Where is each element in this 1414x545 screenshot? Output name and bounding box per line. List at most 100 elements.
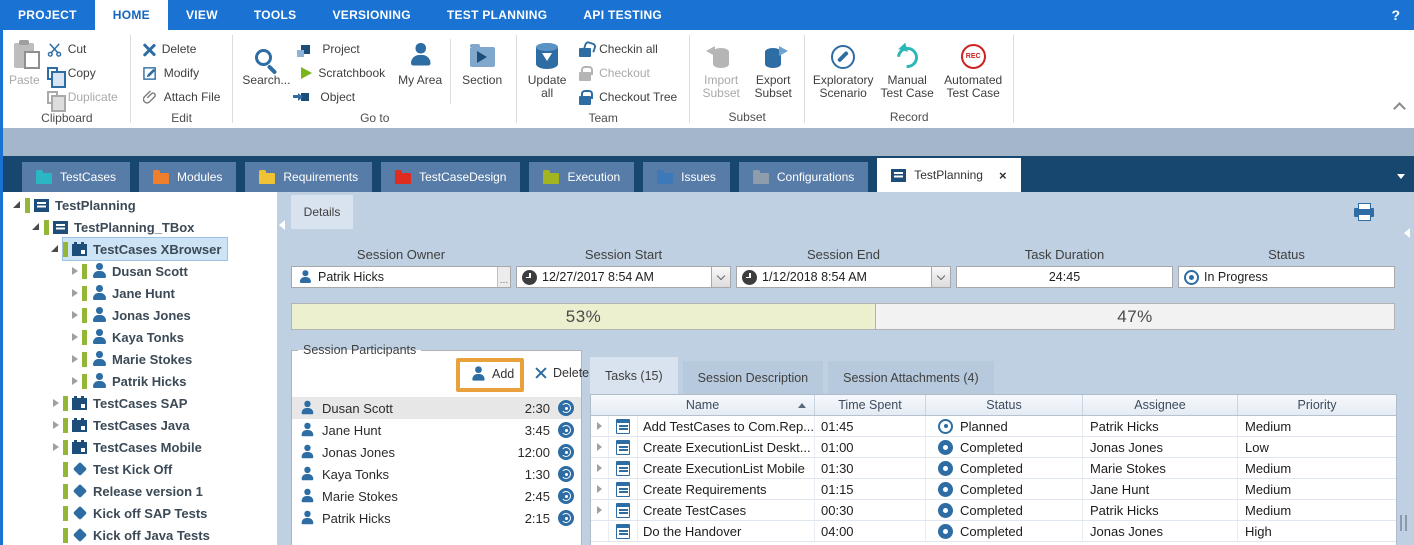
delete-participant-button[interactable]: Delete: [535, 366, 589, 380]
tab-issues[interactable]: Issues: [643, 162, 730, 192]
my-area-button[interactable]: My Area: [392, 34, 448, 87]
browse-button[interactable]: …: [497, 267, 510, 287]
participant-row[interactable]: Kaya Tonks1:30: [292, 463, 581, 485]
table-row[interactable]: Do the Handover 04:00 Completed Jonas Jo…: [591, 521, 1396, 542]
tree-item-testplanning-tbox[interactable]: TestPlanning_TBox: [3, 216, 277, 238]
menu-versioning[interactable]: VERSIONING: [314, 0, 428, 30]
expander-icon[interactable]: [49, 414, 63, 436]
participant-row[interactable]: Marie Stokes2:45: [292, 485, 581, 507]
participant-row[interactable]: Jane Hunt3:45: [292, 419, 581, 441]
expander-icon[interactable]: [49, 392, 63, 414]
dropdown-button[interactable]: [931, 267, 950, 287]
expander-icon[interactable]: [68, 326, 82, 348]
participant-row[interactable]: Dusan Scott2:30: [292, 397, 581, 419]
ribbon-collapse-icon[interactable]: [1395, 102, 1404, 111]
menu-view[interactable]: VIEW: [168, 0, 236, 30]
tree-item-test-kick-off[interactable]: Test Kick Off: [3, 458, 277, 480]
tab-testcasedesign[interactable]: TestCaseDesign: [381, 162, 520, 192]
expander-icon[interactable]: [11, 194, 25, 216]
row-expander-icon[interactable]: [591, 437, 609, 457]
tab-session-attachments[interactable]: Session Attachments (4): [828, 361, 993, 394]
cut-button[interactable]: Cut: [40, 37, 125, 61]
menu-home[interactable]: HOME: [95, 0, 168, 30]
tree-item-marie-stokes[interactable]: Marie Stokes: [3, 348, 277, 370]
goto-project-button[interactable]: Project: [294, 37, 392, 61]
tab-modules[interactable]: Modules: [139, 162, 236, 192]
tab-session-description[interactable]: Session Description: [683, 361, 823, 394]
attach-file-button[interactable]: Attach File: [136, 85, 228, 109]
dropdown-button[interactable]: [711, 267, 730, 287]
participant-row[interactable]: Patrik Hicks2:15: [292, 507, 581, 529]
expander-icon[interactable]: [49, 238, 63, 260]
stopwatch-icon[interactable]: [558, 400, 574, 416]
task-duration-field[interactable]: 24:45: [956, 266, 1173, 288]
delete-button[interactable]: Delete: [136, 37, 228, 61]
update-all-button[interactable]: Update all: [522, 34, 572, 100]
checkout-tree-button[interactable]: Checkout Tree: [572, 85, 684, 109]
column-header-priority[interactable]: Priority: [1238, 395, 1396, 415]
goto-scratchbook-button[interactable]: Scratchbook: [294, 61, 392, 85]
tree-item-jane-hunt[interactable]: Jane Hunt: [3, 282, 277, 304]
stopwatch-icon[interactable]: [558, 466, 574, 482]
tab-tasks[interactable]: Tasks (15): [590, 357, 678, 394]
automated-test-case-button[interactable]: REC Automated Test Case: [938, 34, 1008, 100]
stopwatch-icon[interactable]: [558, 510, 574, 526]
menu-tools[interactable]: TOOLS: [236, 0, 315, 30]
stopwatch-icon[interactable]: [558, 444, 574, 460]
print-icon[interactable]: [1354, 208, 1374, 217]
expander-icon[interactable]: [68, 260, 82, 282]
tab-testplanning[interactable]: TestPlanning ×: [877, 158, 1020, 192]
expander-icon[interactable]: [68, 282, 82, 304]
session-start-field[interactable]: 12/27/2017 8:54 AM: [516, 266, 731, 288]
expander-icon[interactable]: [49, 436, 63, 458]
stopwatch-icon[interactable]: [558, 488, 574, 504]
splitter-collapse-icon[interactable]: [279, 220, 285, 230]
tab-testcases[interactable]: TestCases: [22, 162, 130, 192]
row-expander-icon[interactable]: [591, 479, 609, 499]
modify-button[interactable]: Modify: [136, 61, 228, 85]
exploratory-scenario-button[interactable]: Exploratory Scenario: [810, 34, 876, 100]
tab-details[interactable]: Details: [291, 195, 353, 229]
tree-item-testplanning[interactable]: TestPlanning: [3, 194, 277, 216]
tab-requirements[interactable]: Requirements: [245, 162, 372, 192]
tab-configurations[interactable]: Configurations: [739, 162, 868, 192]
tree-item-testcases-java[interactable]: TestCases Java: [3, 414, 277, 436]
copy-button[interactable]: Copy: [40, 61, 125, 85]
tab-execution[interactable]: Execution: [529, 162, 634, 192]
close-tab-icon[interactable]: ×: [999, 168, 1007, 183]
search-button[interactable]: Search...: [238, 34, 294, 87]
column-header-name[interactable]: Name: [591, 395, 815, 415]
stopwatch-icon[interactable]: [558, 422, 574, 438]
tree-item-kaya-tonks[interactable]: Kaya Tonks: [3, 326, 277, 348]
tree-item-testcases-xbrowser[interactable]: TestCases XBrowser: [3, 238, 277, 260]
expander-icon[interactable]: [68, 348, 82, 370]
table-row[interactable]: Create TestCases 00:30 Completed Patrik …: [591, 500, 1396, 521]
tab-overflow-icon[interactable]: [1397, 174, 1405, 179]
tree-item-release-version-1[interactable]: Release version 1: [3, 480, 277, 502]
tree-item-testcases-sap[interactable]: TestCases SAP: [3, 392, 277, 414]
help-icon[interactable]: ?: [1377, 0, 1414, 30]
export-subset-button[interactable]: Export Subset: [747, 34, 799, 100]
session-owner-field[interactable]: Patrik Hicks …: [291, 266, 511, 288]
tree-item-dusan-scott[interactable]: Dusan Scott: [3, 260, 277, 282]
table-row[interactable]: Create ExecutionList Mobile 01:30 Comple…: [591, 458, 1396, 479]
row-expander-icon[interactable]: [591, 416, 609, 436]
status-field[interactable]: In Progress: [1178, 266, 1395, 288]
row-expander-icon[interactable]: [591, 500, 609, 520]
expander-icon[interactable]: [68, 370, 82, 392]
menu-api-testing[interactable]: API TESTING: [565, 0, 680, 30]
table-row[interactable]: Create ExecutionList Deskt... 01:00 Comp…: [591, 437, 1396, 458]
tree-item-kick-off-java-tests[interactable]: Kick off Java Tests: [3, 524, 277, 545]
tree-item-testcases-mobile[interactable]: TestCases Mobile: [3, 436, 277, 458]
checkin-all-button[interactable]: Checkin all: [572, 37, 684, 61]
column-header-status[interactable]: Status: [926, 395, 1083, 415]
tree-item-kick-off-sap-tests[interactable]: Kick off SAP Tests: [3, 502, 277, 524]
row-expander-icon[interactable]: [591, 458, 609, 478]
column-header-time-spent[interactable]: Time Spent: [815, 395, 926, 415]
session-end-field[interactable]: 1/12/2018 8:54 AM: [736, 266, 951, 288]
scrollbar-grip[interactable]: [1400, 515, 1407, 531]
section-button[interactable]: Section: [453, 34, 511, 87]
table-row[interactable]: Add TestCases to Com.Rep... 01:45 Planne…: [591, 416, 1396, 437]
expander-icon[interactable]: [30, 216, 44, 238]
participant-row[interactable]: Jonas Jones12:00: [292, 441, 581, 463]
